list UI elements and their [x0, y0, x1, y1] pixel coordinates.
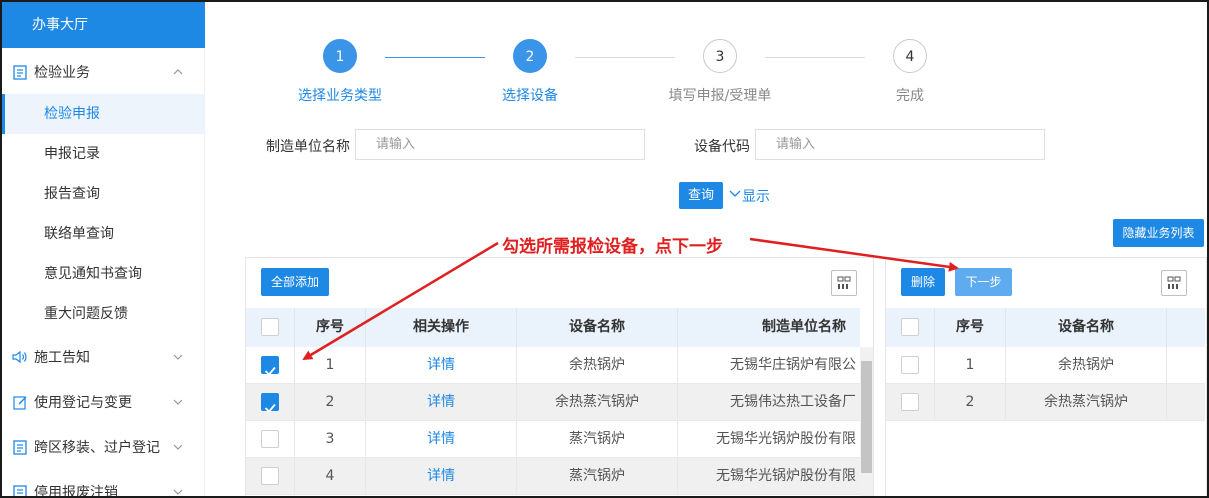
annotation-arrows	[302, 237, 959, 361]
app-window: 办事大厅 检验业务 检验申报 申报记录 报告查询 联络单查询 意见通知书查询 重…	[0, 0, 1209, 498]
arrow-to-checkbox	[302, 241, 499, 361]
arrow-to-next-button	[749, 237, 959, 272]
